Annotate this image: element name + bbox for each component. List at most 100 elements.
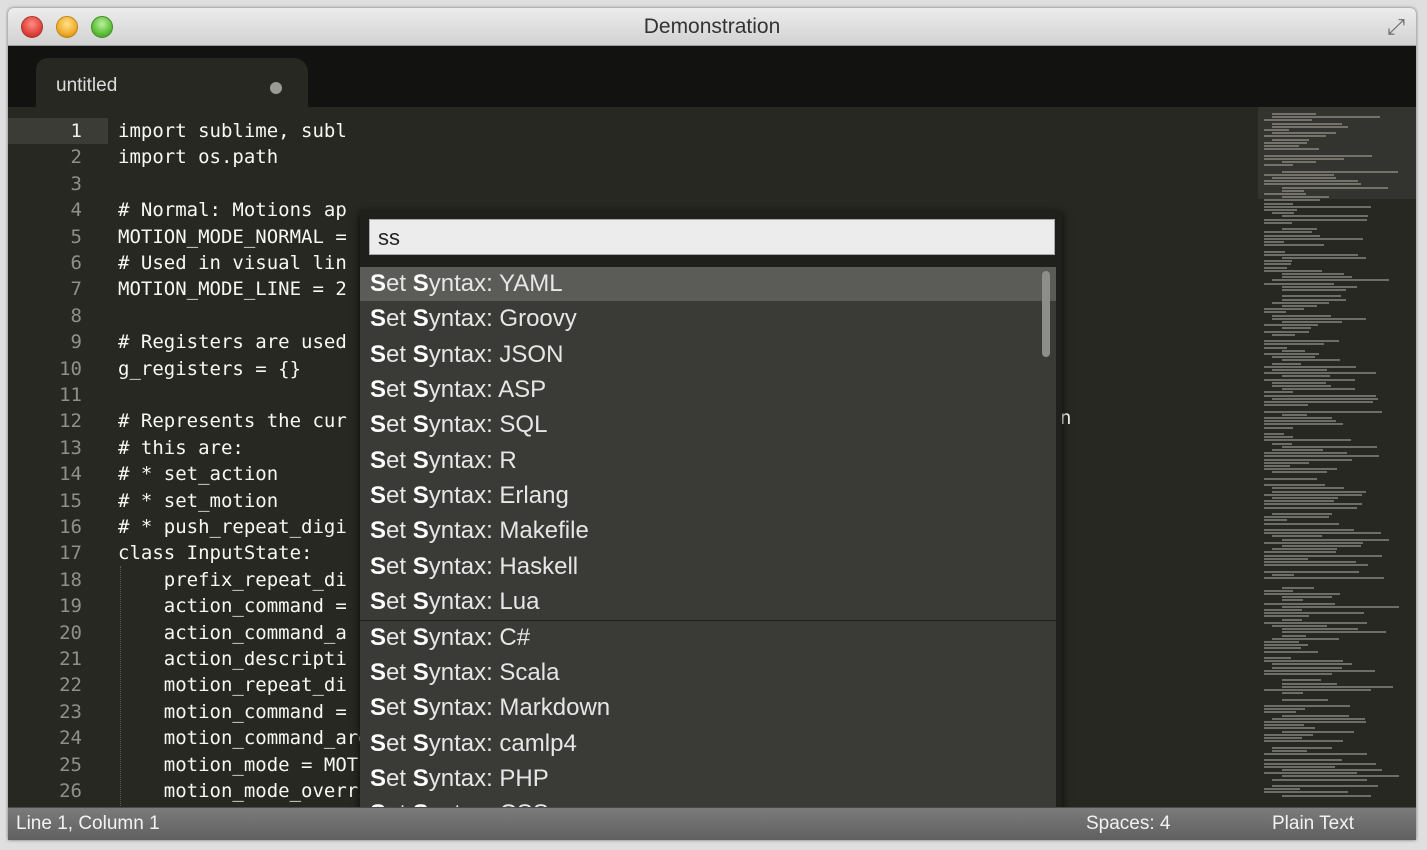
line-number: 9	[70, 331, 82, 354]
line-number-gutter: 1 2 3 4 5 6 7 8 9 10 11 12 13 14 15 16 17 18 19 20 21 22 23 24 2…	[8, 107, 108, 807]
line-number: 2	[70, 146, 82, 169]
minimap-line	[1272, 573, 1294, 576]
minimap-line	[1272, 125, 1349, 128]
code-line[interactable]: # Registers are used	[118, 329, 347, 355]
code-line[interactable]: prefix_repeat_di	[118, 567, 347, 593]
minimap-line	[1282, 679, 1322, 682]
command-palette-item[interactable]: Set Syntax: camlp4	[360, 726, 1056, 762]
code-editor[interactable]: 1 2 3 4 5 6 7 8 9 10 11 12 13 14 15 16 17 18 19 20 21 22 23 24 2…	[8, 107, 1416, 807]
minimap-line	[1264, 340, 1340, 343]
minimap-line	[1282, 305, 1318, 307]
minimap-line	[1272, 487, 1344, 490]
minimap-line	[1264, 522, 1339, 525]
command-palette-item-label: Set Syntax: R	[370, 446, 517, 474]
command-palette-item-label: Set Syntax: ASP	[370, 376, 547, 404]
minimap[interactable]	[1258, 107, 1416, 807]
minimap-line	[1282, 634, 1307, 637]
minimap-line	[1272, 381, 1326, 384]
minimap-line	[1264, 557, 1309, 560]
code-line[interactable]: class InputState:	[118, 540, 312, 566]
code-line[interactable]: import sublime, subl	[118, 118, 347, 144]
minimap-line	[1264, 154, 1373, 157]
minimap-line	[1282, 730, 1354, 733]
command-palette-item-label: Set Syntax: C#	[370, 623, 531, 651]
command-palette-item-label: Set Syntax: Erlang	[370, 482, 569, 510]
command-palette-item[interactable]: Set Syntax: R	[360, 443, 1056, 480]
command-palette-item-label: Set Syntax: Lua	[370, 588, 540, 616]
line-number: 24	[59, 727, 82, 750]
minimap-line	[1282, 605, 1399, 608]
indentation-setting[interactable]: Spaces: 4	[1086, 813, 1171, 835]
command-palette-item[interactable]: Set Syntax: C#	[360, 620, 1056, 656]
minimap-line	[1264, 564, 1369, 567]
line-number: 18	[59, 568, 82, 591]
code-line[interactable]: MOTION_MODE_LINE = 2	[118, 276, 347, 302]
syntax-selector[interactable]: Plain Text	[1272, 813, 1354, 835]
line-number: 6	[70, 252, 82, 274]
minimap-line	[1264, 689, 1372, 691]
code-line[interactable]: # this are:	[118, 435, 244, 461]
minimap-line	[1264, 721, 1366, 723]
command-palette-input[interactable]	[376, 222, 1040, 254]
minimap-line	[1264, 727, 1316, 730]
minimap-line	[1264, 532, 1381, 535]
minimap-line	[1264, 183, 1361, 186]
code-line[interactable]: # Represents the cur	[118, 408, 347, 434]
code-line[interactable]: # * set_action	[118, 461, 278, 487]
indent-guide	[120, 566, 121, 806]
minimap-line	[1264, 423, 1343, 426]
line-number: 11	[59, 384, 82, 406]
command-palette-item[interactable]: Set Syntax: PHP	[360, 761, 1056, 798]
minimap-line	[1264, 141, 1308, 144]
command-palette-item[interactable]: Set Syntax: ASP	[360, 373, 1056, 409]
code-line[interactable]: MOTION_MODE_NORMAL =	[118, 224, 347, 250]
minimap-line	[1264, 436, 1293, 439]
code-line[interactable]: motion_repeat_di	[118, 672, 347, 698]
code-line[interactable]: # * push_repeat_digi	[118, 514, 347, 540]
unsaved-dot-icon[interactable]	[270, 82, 282, 94]
command-palette-item[interactable]: Set Syntax: Haskell	[360, 549, 1056, 586]
minimap-line	[1272, 279, 1389, 282]
minimap-line	[1282, 586, 1314, 589]
command-palette-scrollbar[interactable]	[1042, 271, 1050, 357]
code-line[interactable]: # * set_motion	[118, 488, 278, 514]
command-palette-list: Set Syntax: YAML Set Syntax: Groovy Set Sy…	[360, 267, 1056, 807]
minimap-line	[1272, 385, 1332, 387]
command-palette-item[interactable]: Set Syntax: JSON	[360, 337, 1056, 374]
command-palette-item[interactable]: Set Syntax: CSS	[360, 797, 1056, 807]
command-palette-item[interactable]: Set Syntax: YAML	[360, 267, 1056, 303]
minimap-line	[1264, 791, 1349, 794]
code-line[interactable]: action_command =	[118, 593, 347, 619]
tab-untitled[interactable]: untitled	[36, 58, 308, 108]
code-line[interactable]: g_registers = {}	[118, 356, 301, 382]
code-line[interactable]: # Normal: Motions ap	[118, 197, 347, 223]
code-line[interactable]: import os.path	[118, 144, 278, 170]
minimap-line	[1264, 353, 1319, 355]
minimap-line	[1264, 612, 1364, 615]
minimap-line	[1264, 650, 1318, 653]
minimap-line	[1264, 762, 1377, 765]
command-palette-item[interactable]: Set Syntax: Markdown	[360, 691, 1056, 727]
command-palette-item[interactable]: Set Syntax: SQL	[360, 408, 1056, 444]
code-line[interactable]: action_command_a	[118, 620, 347, 646]
command-palette-item-label: Set Syntax: PHP	[370, 764, 549, 792]
minimap-line	[1264, 202, 1293, 205]
command-palette-item[interactable]: Set Syntax: Lua	[360, 585, 1056, 621]
minimap-line	[1264, 561, 1357, 563]
fullscreen-icon[interactable]: ⤢	[1384, 15, 1408, 39]
command-palette-item-label: Set Syntax: YAML	[370, 270, 563, 297]
code-line[interactable]: motion_command =	[118, 699, 347, 725]
command-palette-item[interactable]: Set Syntax: Makefile	[360, 514, 1056, 550]
minimap-line	[1264, 477, 1317, 480]
command-palette-item[interactable]: Set Syntax: Erlang	[360, 479, 1056, 515]
code-line[interactable]: # Used in visual lin	[118, 250, 347, 276]
minimap-line	[1272, 369, 1328, 371]
command-palette-item[interactable]: Set Syntax: Groovy	[360, 302, 1056, 338]
minimap-line	[1272, 663, 1353, 666]
command-palette: Set Syntax: YAML Set Syntax: Groovy Set Sy…	[360, 211, 1062, 807]
minimap-line	[1264, 788, 1300, 791]
code-line[interactable]: action_descripti	[118, 646, 347, 672]
minimap-line	[1264, 308, 1304, 311]
command-palette-item[interactable]: Set Syntax: Scala	[360, 655, 1056, 692]
line-number: 13	[59, 436, 82, 459]
